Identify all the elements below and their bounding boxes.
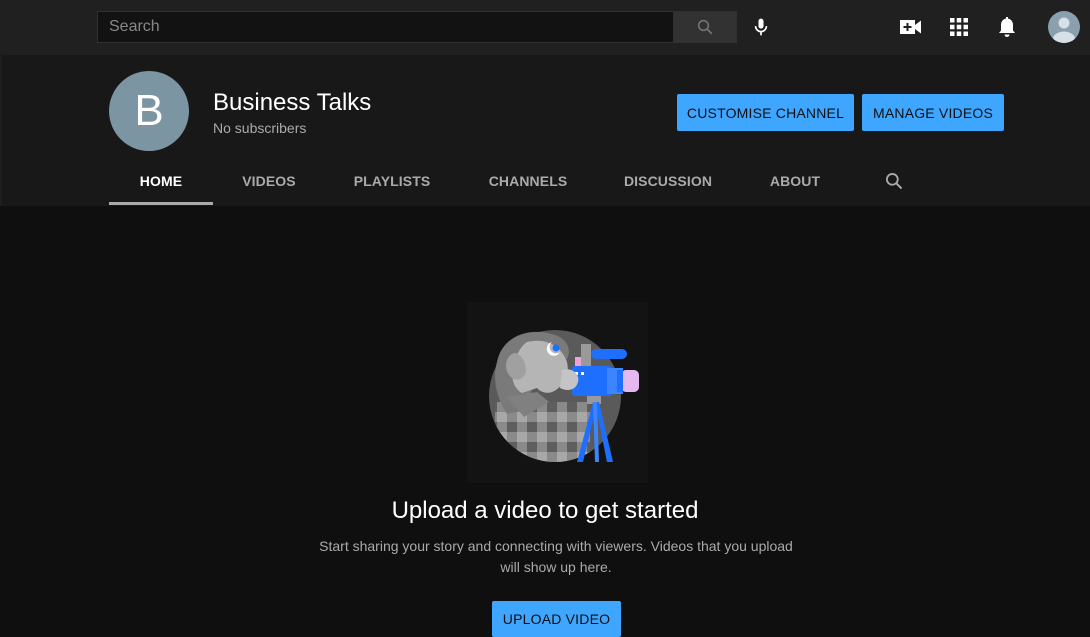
tab-discussion[interactable]: DISCUSSION (608, 157, 728, 205)
notifications-button[interactable] (991, 11, 1023, 43)
top-bar (0, 0, 1090, 55)
notifications-bell-icon (999, 16, 1015, 37)
search-icon (886, 173, 903, 190)
tab-videos[interactable]: VIDEOS (217, 157, 321, 205)
search-input[interactable] (98, 12, 673, 42)
tab-playlists[interactable]: PLAYLISTS (337, 157, 447, 205)
account-avatar-icon (1053, 17, 1075, 43)
channel-avatar-letter: B (134, 86, 164, 135)
apps-grid-icon (950, 18, 968, 36)
videographer-illustration (489, 330, 639, 462)
manage-videos-button[interactable]: MANAGE VIDEOS (862, 94, 1004, 131)
subscriber-count: No subscribers (213, 120, 307, 136)
active-tab-indicator (109, 202, 213, 205)
empty-state-description: Start sharing your story and connecting … (319, 538, 793, 575)
mic-icon (754, 18, 768, 36)
customise-channel-button[interactable]: CUSTOMISE CHANNEL (677, 94, 854, 131)
create-video-button[interactable] (895, 11, 927, 43)
search-button[interactable] (673, 11, 737, 43)
tab-channels[interactable]: CHANNELS (472, 157, 584, 205)
channel-avatar: B (109, 71, 189, 151)
tab-home[interactable]: HOME (109, 157, 213, 205)
channel-search-button[interactable] (870, 157, 918, 205)
empty-state-illustration (467, 302, 648, 483)
upload-video-button[interactable]: UPLOAD VIDEO (492, 601, 621, 637)
channel-name: Business Talks (213, 89, 372, 116)
empty-state-title: Upload a video to get started (391, 497, 699, 524)
tab-about[interactable]: ABOUT (752, 157, 838, 205)
search-box[interactable] (97, 11, 673, 43)
account-avatar-button[interactable] (1048, 11, 1080, 43)
apps-button[interactable] (943, 11, 975, 43)
create-video-icon (900, 20, 921, 34)
voice-search-button[interactable] (745, 11, 777, 43)
search-icon (697, 19, 713, 35)
